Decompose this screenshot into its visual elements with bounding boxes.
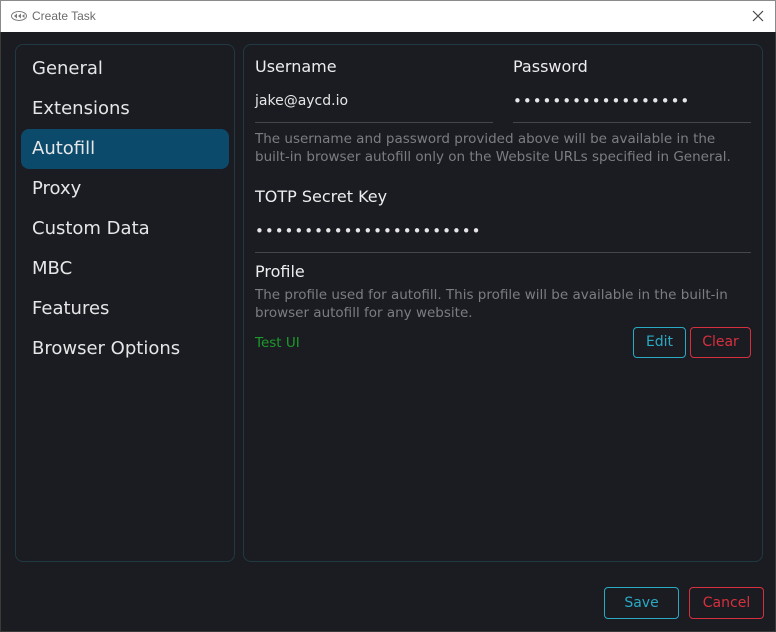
profile-help-text: The profile used for autofill. This prof… — [255, 287, 728, 321]
app-logo-icon — [11, 11, 27, 21]
sidebar-item-features[interactable]: Features — [21, 289, 229, 329]
settings-sidebar: General Extensions Autofill Proxy Custom… — [15, 44, 235, 562]
sidebar-item-autofill[interactable]: Autofill — [21, 129, 229, 169]
sidebar-item-extensions[interactable]: Extensions — [21, 89, 229, 129]
sidebar-item-proxy[interactable]: Proxy — [21, 169, 229, 209]
create-task-window: General Extensions Autofill Proxy Custom… — [0, 32, 776, 632]
save-button[interactable]: Save — [604, 587, 679, 619]
window-title: Create Task — [32, 9, 96, 23]
password-label: Password — [513, 57, 588, 76]
username-label: Username — [255, 57, 337, 76]
autofill-panel: Username jake@aycd.io Password •••••••••… — [243, 44, 763, 562]
edit-profile-button[interactable]: Edit — [633, 327, 686, 358]
cancel-button[interactable]: Cancel — [689, 587, 764, 619]
credentials-help-text: The username and password provided above… — [255, 131, 731, 165]
sidebar-item-mbc[interactable]: MBC — [21, 249, 229, 289]
username-field[interactable]: jake@aycd.io — [255, 87, 493, 123]
profile-label: Profile — [255, 262, 305, 281]
sidebar-item-custom-data[interactable]: Custom Data — [21, 209, 229, 249]
totp-label: TOTP Secret Key — [255, 187, 388, 206]
title-bar: Create Task — [0, 0, 776, 32]
totp-secret-field[interactable]: ••••••••••••••••••••••• — [255, 217, 751, 253]
password-field[interactable]: •••••••••••••••••• — [513, 87, 751, 123]
sidebar-item-general[interactable]: General — [21, 49, 229, 89]
selected-profile-name: Test UI — [255, 335, 300, 351]
clear-profile-button[interactable]: Clear — [690, 327, 751, 358]
sidebar-item-browser-options[interactable]: Browser Options — [21, 329, 229, 369]
close-icon[interactable] — [750, 8, 766, 24]
